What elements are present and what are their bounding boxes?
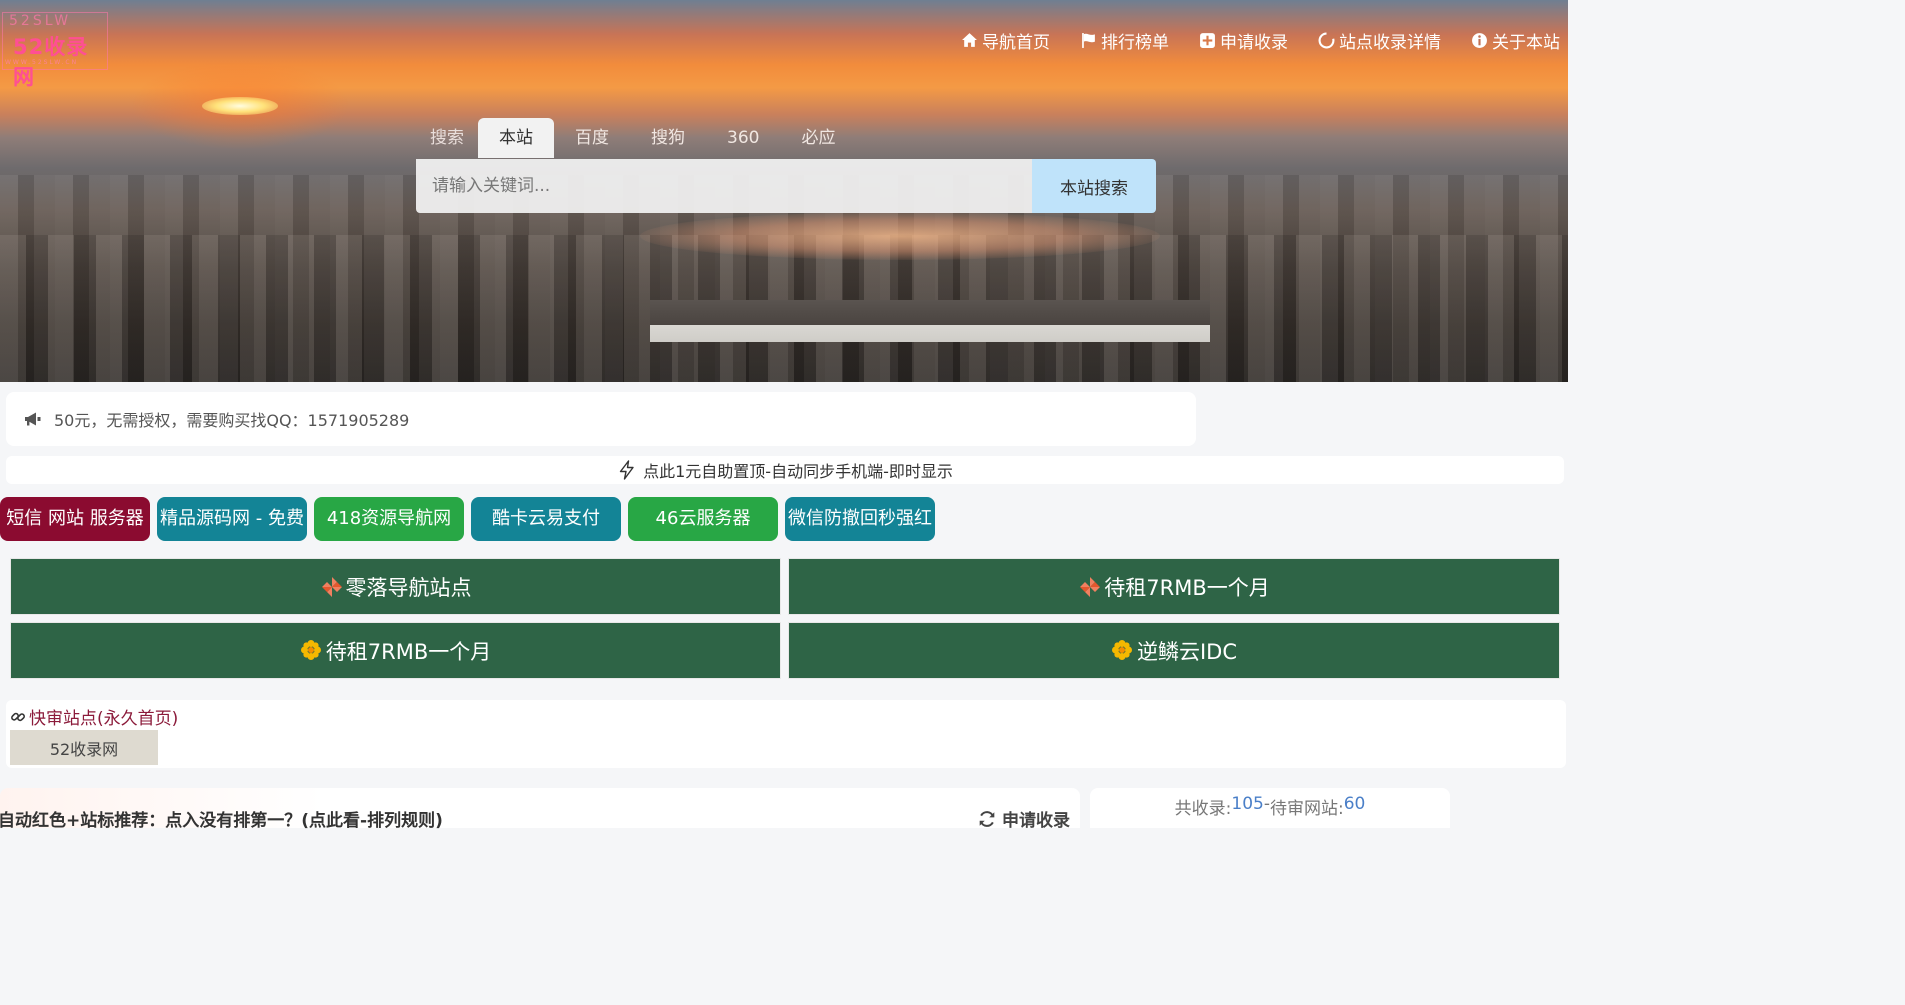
river-reflection — [640, 212, 1160, 260]
promo-bar[interactable]: 点此1元自助置顶-自动同步手机端-即时显示 — [6, 456, 1564, 484]
featured-site[interactable]: 待租7RMB一个月 — [788, 558, 1560, 615]
partner-link[interactable]: 微信防撤回秒强红 — [785, 497, 935, 541]
nav-ranking[interactable]: 排行榜单 — [1080, 28, 1169, 53]
search-tabs-label: 搜索 — [430, 128, 464, 148]
link-icon — [10, 709, 26, 725]
stats-panel: 共收录: 105 - 待审网站: 60 — [1090, 788, 1450, 828]
logo-line3: WWW.52SLW.CN — [5, 59, 79, 66]
tab-sogou[interactable]: 搜狗 — [630, 118, 706, 158]
quick-site-link[interactable]: 52收录网 — [10, 730, 158, 765]
nav-about[interactable]: 关于本站 — [1471, 28, 1560, 53]
pending-count: 60 — [1343, 794, 1366, 814]
sun — [202, 97, 278, 115]
search-button[interactable]: 本站搜索 — [1032, 159, 1156, 213]
flag-icon — [1080, 32, 1097, 49]
search-tabs: 搜索 本站 百度 搜狗 360 必应 — [416, 118, 856, 158]
announcement-text: 50元，无需授权，需要购买找QQ：1571905289 — [54, 411, 410, 430]
nav-label: 站点收录详情 — [1339, 33, 1441, 53]
nav-label: 导航首页 — [982, 33, 1050, 53]
nav-label: 申请收录 — [1220, 33, 1288, 53]
partner-link[interactable]: 短信 网站 服务器 — [0, 497, 150, 541]
nav-home[interactable]: 导航首页 — [961, 28, 1050, 53]
featured-site[interactable]: 待租7RMB一个月 — [10, 622, 781, 679]
home-icon — [961, 32, 978, 49]
logo-line1: 52SLW — [9, 13, 72, 29]
nav-site-details[interactable]: 站点收录详情 — [1318, 28, 1441, 53]
partner-link[interactable]: 酷卡云易支付 — [471, 497, 621, 541]
featured-site[interactable]: 逆鳞云IDC — [788, 622, 1560, 679]
pinwheel-icon — [320, 575, 344, 599]
flower-icon — [1111, 639, 1135, 663]
featured-sites: 零落导航站点 待租7RMB一个月 待租7RMB一个月 逆鳞云IDC — [10, 558, 1560, 679]
partner-link[interactable]: 46云服务器 — [628, 497, 778, 541]
quick-review-title: 快审站点(永久首页) — [10, 704, 178, 729]
partner-link[interactable]: 418资源导航网 — [314, 497, 464, 541]
promo-text: 点此1元自助置顶-自动同步手机端-即时显示 — [643, 462, 953, 481]
recommend-header: 自动红色+站标推荐：点入没有排第一？(点此看-排列规则) 申请收录 — [0, 788, 1080, 831]
nav-apply[interactable]: 申请收录 — [1199, 28, 1288, 53]
apply-label: 申请收录 — [1002, 811, 1070, 831]
search-box: 本站搜索 — [416, 159, 1156, 213]
partner-links: 短信 网站 服务器 精品源码网 - 免费 418资源导航网 酷卡云易支付 46云… — [0, 497, 942, 541]
total-label: 共收录: — [1174, 799, 1232, 819]
featured-site-label: 待租7RMB一个月 — [325, 639, 492, 664]
announcement-bar: 50元，无需授权，需要购买找QQ：1571905289 — [6, 392, 1196, 446]
bolt-icon — [617, 460, 637, 480]
search-input[interactable] — [416, 159, 1032, 213]
top-nav: 导航首页 排行榜单 申请收录 站点收录详情 关于本站 — [931, 28, 1560, 53]
rooftop — [650, 300, 1210, 342]
info-circle-icon — [1471, 32, 1488, 49]
tab-360[interactable]: 360 — [706, 118, 780, 158]
bullhorn-icon — [24, 409, 44, 429]
site-logo[interactable]: 52SLW 52收录网 WWW.52SLW.CN — [2, 12, 108, 89]
hero-banner: 52SLW 52收录网 WWW.52SLW.CN 导航首页 排行榜单 申请收录 — [0, 0, 1568, 382]
apply-button[interactable]: 申请收录 — [978, 806, 1070, 831]
partner-link[interactable]: 精品源码网 - 免费 — [157, 497, 307, 541]
featured-site[interactable]: 零落导航站点 — [10, 558, 781, 615]
tab-site[interactable]: 本站 — [478, 118, 554, 158]
circle-notch-icon — [1318, 32, 1335, 49]
quick-review-section: 快审站点(永久首页) 52收录网 — [6, 700, 1566, 768]
featured-site-label: 逆鳞云IDC — [1136, 639, 1238, 664]
featured-site-label: 零落导航站点 — [345, 575, 472, 600]
nav-label: 关于本站 — [1492, 33, 1560, 53]
recommend-rule-link[interactable]: 自动红色+站标推荐：点入没有排第一？(点此看-排列规则) — [0, 806, 443, 831]
nav-label: 排行榜单 — [1101, 33, 1169, 53]
plus-square-icon — [1199, 32, 1216, 49]
featured-site-label: 待租7RMB一个月 — [1104, 575, 1270, 600]
tab-bing[interactable]: 必应 — [780, 118, 856, 158]
total-count: 105 — [1231, 794, 1264, 814]
flower-icon — [300, 639, 324, 663]
pinwheel-icon — [1078, 575, 1102, 599]
quick-review-label: 快审站点(永久首页) — [29, 709, 179, 729]
refresh-icon — [978, 810, 996, 828]
tab-baidu[interactable]: 百度 — [554, 118, 630, 158]
pending-label: 待审网站: — [1269, 799, 1344, 819]
